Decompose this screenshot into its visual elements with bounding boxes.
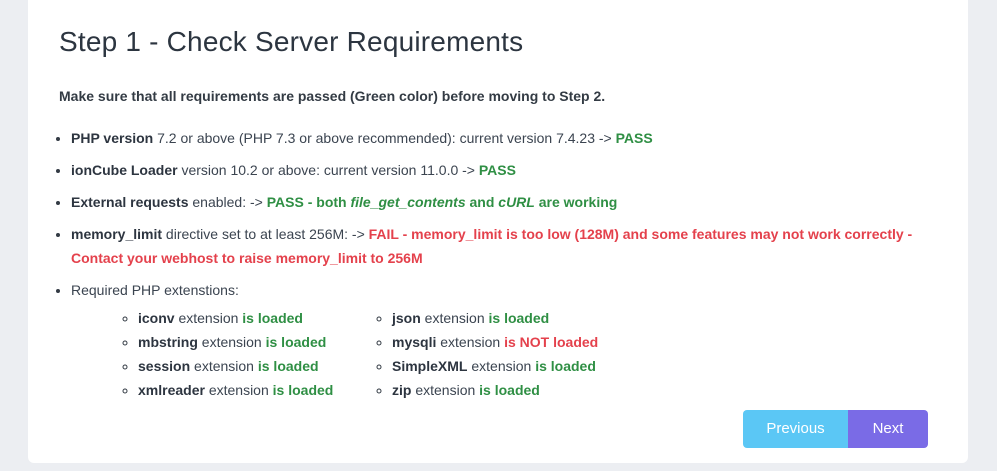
func-file-get-contents: file_get_contents [350,194,466,210]
extension-suffix: extension [174,310,243,326]
requirement-ioncube: ionCube Loader version 10.2 or above: cu… [71,158,921,182]
extension-suffix: extension [197,334,266,350]
requirement-name: memory_limit [71,226,163,242]
extension-status: is loaded [535,358,596,374]
extension-item-mysqli: mysqli extension is NOT loaded [392,330,598,354]
extension-status-fail: is NOT loaded [504,334,599,350]
extension-item-json: json extension is loaded [392,306,598,330]
extension-name: zip [392,382,412,398]
status-and: and [465,194,499,210]
requirement-detail: enabled: -> [188,194,267,210]
intro-text: Make sure that all requirements are pass… [59,88,606,104]
extension-item-session: session extension is loaded [138,354,333,378]
page-title: Step 1 - Check Server Requirements [59,26,524,57]
extension-status: is loaded [257,358,319,374]
extension-name: xmlreader [138,382,205,398]
extension-suffix: extension [190,358,258,374]
status-pass: PASS - both file_get_contents and cURL a… [267,194,618,210]
requirement-memory-limit: memory_limit directive set to at least 2… [71,222,921,270]
extension-status: is loaded [479,382,540,398]
extension-suffix: extension [420,310,489,326]
extension-suffix: extension [436,334,505,350]
requirement-name: ionCube Loader [71,162,178,178]
extension-name: session [138,358,191,374]
extension-status: is loaded [265,334,327,350]
extension-item-simplexml: SimpleXML extension is loaded [392,354,598,378]
requirement-detail: directive set to at least 256M: -> [162,226,369,242]
extension-item-mbstring: mbstring extension is loaded [138,330,333,354]
extension-item-xmlreader: xmlreader extension is loaded [138,378,333,402]
requirement-detail: version 10.2 or above: current version 1… [177,162,479,178]
extension-suffix: extension [411,382,480,398]
extension-item-iconv: iconv extension is loaded [138,306,333,330]
extension-status: is loaded [488,310,550,326]
status-pass-prefix: PASS - both [266,194,351,210]
next-button[interactable]: Next [848,410,928,448]
previous-button[interactable]: Previous [743,410,848,448]
extension-name: mbstring [138,334,198,350]
requirement-php-version: PHP version 7.2 or above (PHP 7.3 or abo… [71,126,921,150]
extension-name: iconv [138,310,175,326]
extensions-column-right: json extension is loaded mysqli extensio… [372,306,598,402]
extension-suffix: extension [204,382,273,398]
extension-item-zip: zip extension is loaded [392,378,598,402]
requirement-external-requests: External requests enabled: -> PASS - bot… [71,190,921,214]
extension-status: is loaded [242,310,303,326]
requirement-name: External requests [71,194,189,210]
extensions-column-left: iconv extension is loaded mbstring exten… [118,306,333,402]
status-pass-suffix: are working [534,194,618,210]
requirement-name: PHP version [71,130,154,146]
requirement-detail: 7.2 or above (PHP 7.3 or above recommend… [153,130,616,146]
requirement-php-extensions: Required PHP extenstions: [71,278,921,302]
status-pass: PASS [615,130,653,146]
extension-name: json [392,310,421,326]
requirements-list: PHP version 7.2 or above (PHP 7.3 or abo… [31,126,921,302]
extension-name: mysqli [392,334,437,350]
extension-name: SimpleXML [392,358,468,374]
extension-suffix: extension [467,358,536,374]
extensions-label: Required PHP extenstions: [71,282,239,298]
status-pass: PASS [478,162,516,178]
func-curl: cURL [498,194,535,210]
wizard-navigation: Previous Next [743,410,928,448]
extension-status: is loaded [272,382,334,398]
